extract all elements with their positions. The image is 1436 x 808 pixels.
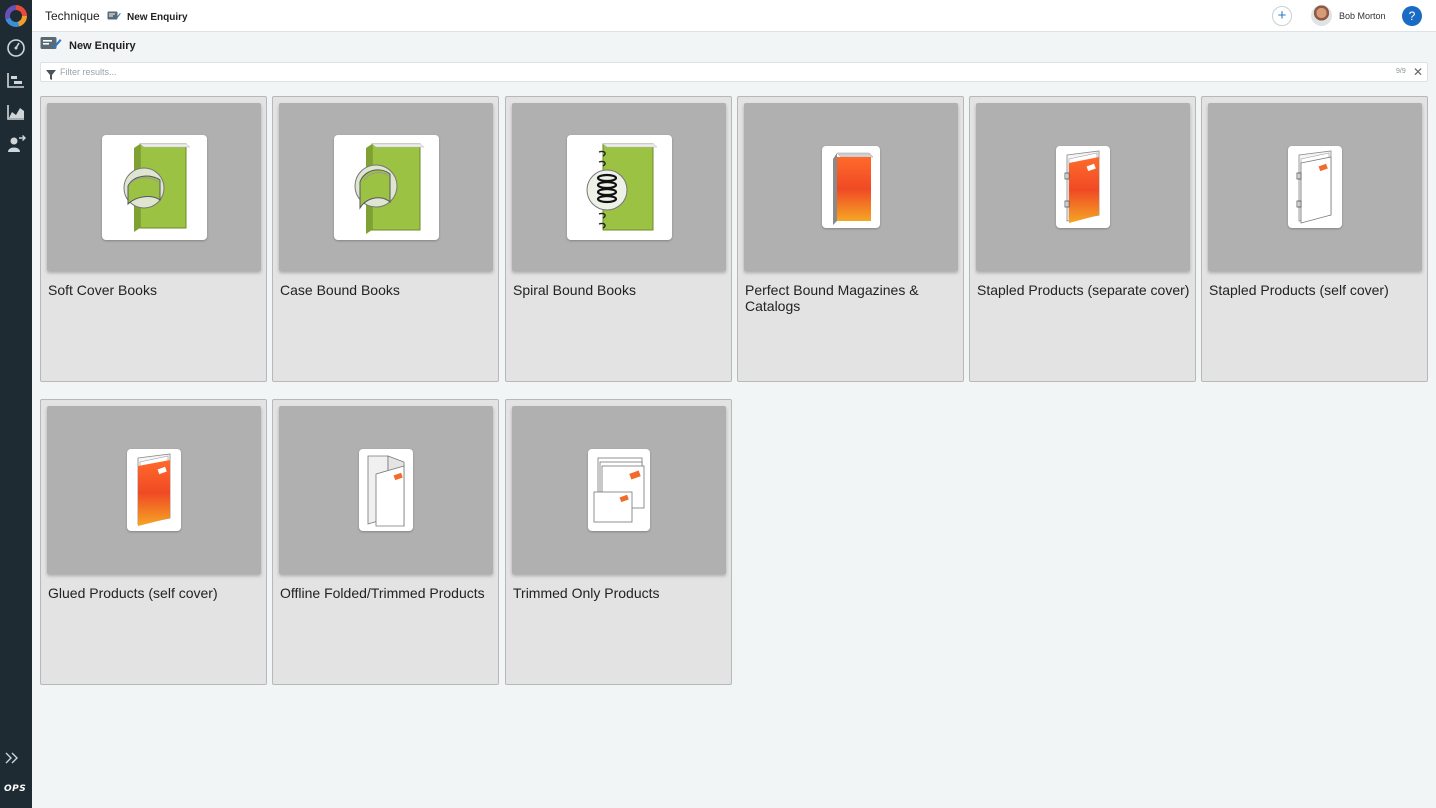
app-title[interactable]: Technique xyxy=(45,9,100,23)
product-card[interactable]: Offline Folded/Trimmed Products xyxy=(272,399,499,685)
card-thumbnail xyxy=(279,406,493,574)
user-name[interactable]: Bob Morton xyxy=(1339,11,1386,21)
card-thumbnail xyxy=(47,406,261,574)
top-bar: Technique New Enquiry + Bob Morton ? xyxy=(32,0,1436,32)
product-card[interactable]: Trimmed Only Products xyxy=(505,399,732,685)
card-thumbnail xyxy=(279,103,493,271)
card-title: Stapled Products (separate cover) xyxy=(977,282,1190,298)
product-card[interactable]: Stapled Products (separate cover) xyxy=(969,96,1196,382)
card-title: Stapled Products (self cover) xyxy=(1209,282,1389,298)
stapled-self-cover-icon xyxy=(1288,146,1342,228)
page-title: New Enquiry xyxy=(69,39,136,52)
card-thumbnail xyxy=(1208,103,1422,271)
chevron-double-right-icon[interactable] xyxy=(4,750,26,770)
dashboard-icon[interactable] xyxy=(5,37,27,59)
card-title: Case Bound Books xyxy=(280,282,400,298)
product-card[interactable]: Spiral Bound Books xyxy=(505,96,732,382)
card-title: Spiral Bound Books xyxy=(513,282,636,298)
sidebar: OPS xyxy=(0,0,32,808)
product-card[interactable]: Glued Products (self cover) xyxy=(40,399,267,685)
trimmed-only-icon xyxy=(588,449,650,531)
card-thumbnail xyxy=(512,406,726,574)
case-bound-book-icon xyxy=(333,134,439,240)
breadcrumb-label: New Enquiry xyxy=(127,11,188,23)
card-thumbnail xyxy=(976,103,1190,271)
avatar[interactable] xyxy=(1311,5,1332,26)
help-button[interactable]: ? xyxy=(1402,6,1422,26)
schedule-icon[interactable] xyxy=(5,69,27,91)
product-card[interactable]: Case Bound Books xyxy=(272,96,499,382)
filter-bar: 9/9 ✕ xyxy=(40,62,1428,82)
enquiry-icon xyxy=(107,8,121,26)
filter-icon xyxy=(46,67,56,80)
enquiry-icon xyxy=(40,35,62,56)
product-card[interactable]: Soft Cover Books xyxy=(40,96,267,382)
card-title: Perfect Bound Magazines & Catalogs xyxy=(745,282,919,314)
breadcrumb[interactable]: New Enquiry xyxy=(107,8,188,26)
card-thumbnail xyxy=(512,103,726,271)
folded-trimmed-icon xyxy=(359,449,413,531)
card-title: Offline Folded/Trimmed Products xyxy=(280,585,485,601)
results-count: 9/9 xyxy=(1396,68,1406,75)
product-card[interactable]: Stapled Products (self cover) xyxy=(1201,96,1428,382)
glued-self-cover-icon xyxy=(127,449,181,531)
product-card[interactable]: Perfect Bound Magazines & Catalogs xyxy=(737,96,964,382)
filter-input[interactable] xyxy=(60,65,1360,79)
card-title: Glued Products (self cover) xyxy=(48,585,218,601)
app-logo[interactable] xyxy=(5,5,27,27)
brand-logo: OPS xyxy=(4,784,27,794)
reports-chart-icon[interactable] xyxy=(5,101,27,123)
soft-cover-book-icon xyxy=(101,134,207,240)
card-thumbnail xyxy=(47,103,261,271)
card-title: Soft Cover Books xyxy=(48,282,157,298)
user-transfer-icon[interactable] xyxy=(5,133,27,155)
stapled-separate-cover-icon xyxy=(1056,146,1110,228)
perfect-bound-magazine-icon xyxy=(822,146,880,228)
card-title: Trimmed Only Products xyxy=(513,585,660,601)
spiral-bound-book-icon xyxy=(566,134,672,240)
clear-filter-button[interactable]: ✕ xyxy=(1413,65,1423,79)
card-thumbnail xyxy=(744,103,958,271)
page-header: New Enquiry xyxy=(40,35,136,56)
add-button[interactable]: + xyxy=(1272,6,1292,26)
